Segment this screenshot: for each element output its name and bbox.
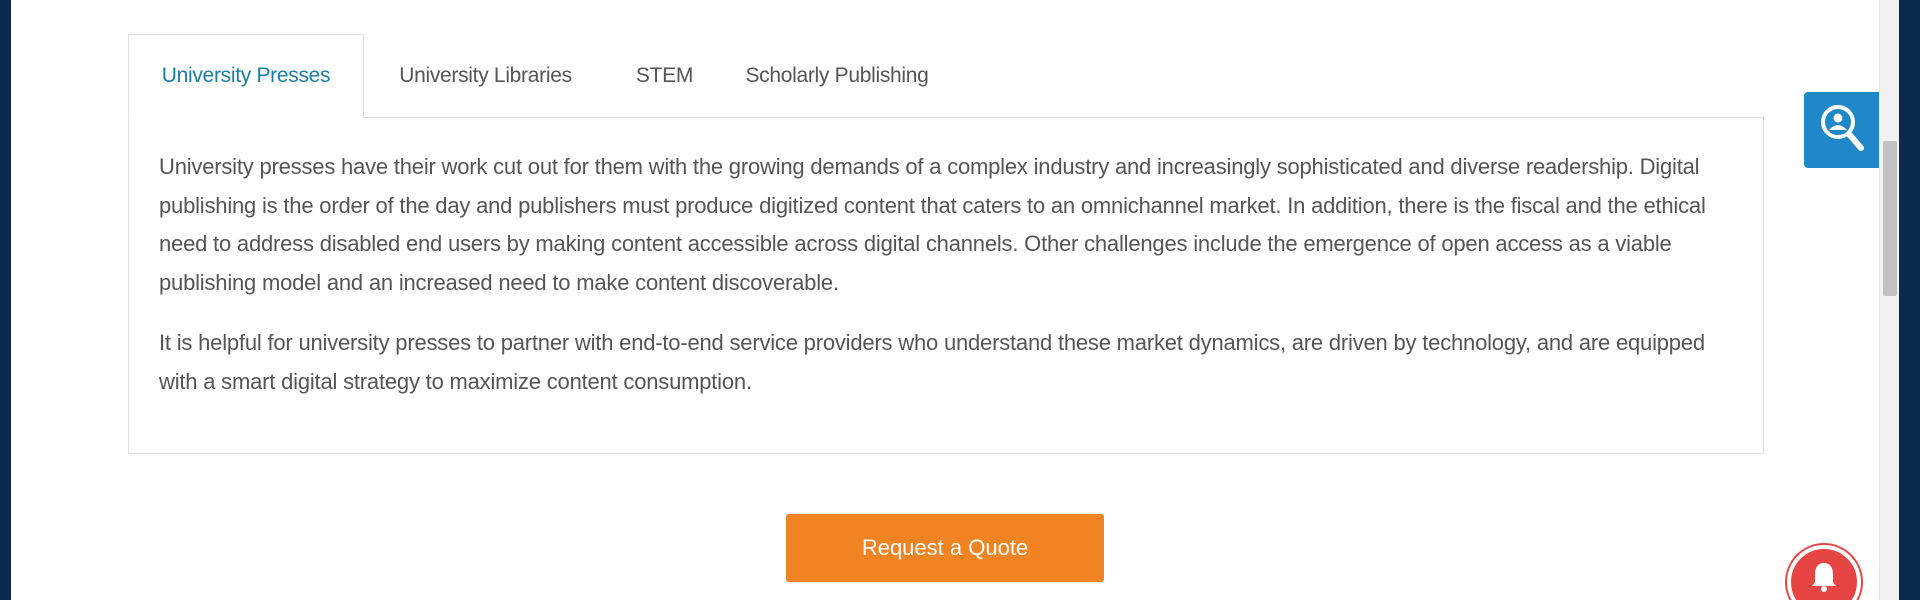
request-quote-button[interactable]: Request a Quote [786, 514, 1104, 582]
scrollbar-thumb[interactable] [1883, 141, 1897, 296]
vertical-scrollbar[interactable] [1879, 0, 1899, 600]
panel-paragraph: It is helpful for university presses to … [159, 330, 1705, 394]
search-widget-button[interactable] [1804, 92, 1879, 168]
person-search-icon [1819, 103, 1865, 158]
tab-stem[interactable]: STEM [607, 34, 722, 118]
tab-panel: University presses have their work cut o… [128, 117, 1764, 454]
bell-icon [1809, 561, 1839, 598]
tab-label: Scholarly Publishing [745, 64, 929, 87]
tab-label: University Presses [161, 64, 331, 87]
tab-university-presses[interactable]: University Presses [128, 34, 364, 118]
panel-paragraph: University presses have their work cut o… [159, 154, 1706, 295]
page-content: University Presses University Libraries … [11, 0, 1879, 600]
tab-university-libraries[interactable]: University Libraries [364, 34, 607, 118]
tab-label: STEM [635, 64, 694, 87]
request-quote-label: Request a Quote [861, 535, 1029, 560]
window-edge [1899, 0, 1920, 600]
tab-scholarly-publishing[interactable]: Scholarly Publishing [722, 34, 952, 118]
tab-label: University Libraries [399, 64, 572, 87]
tab-bar: University Presses University Libraries … [128, 34, 1763, 118]
notification-button[interactable] [1787, 545, 1861, 600]
